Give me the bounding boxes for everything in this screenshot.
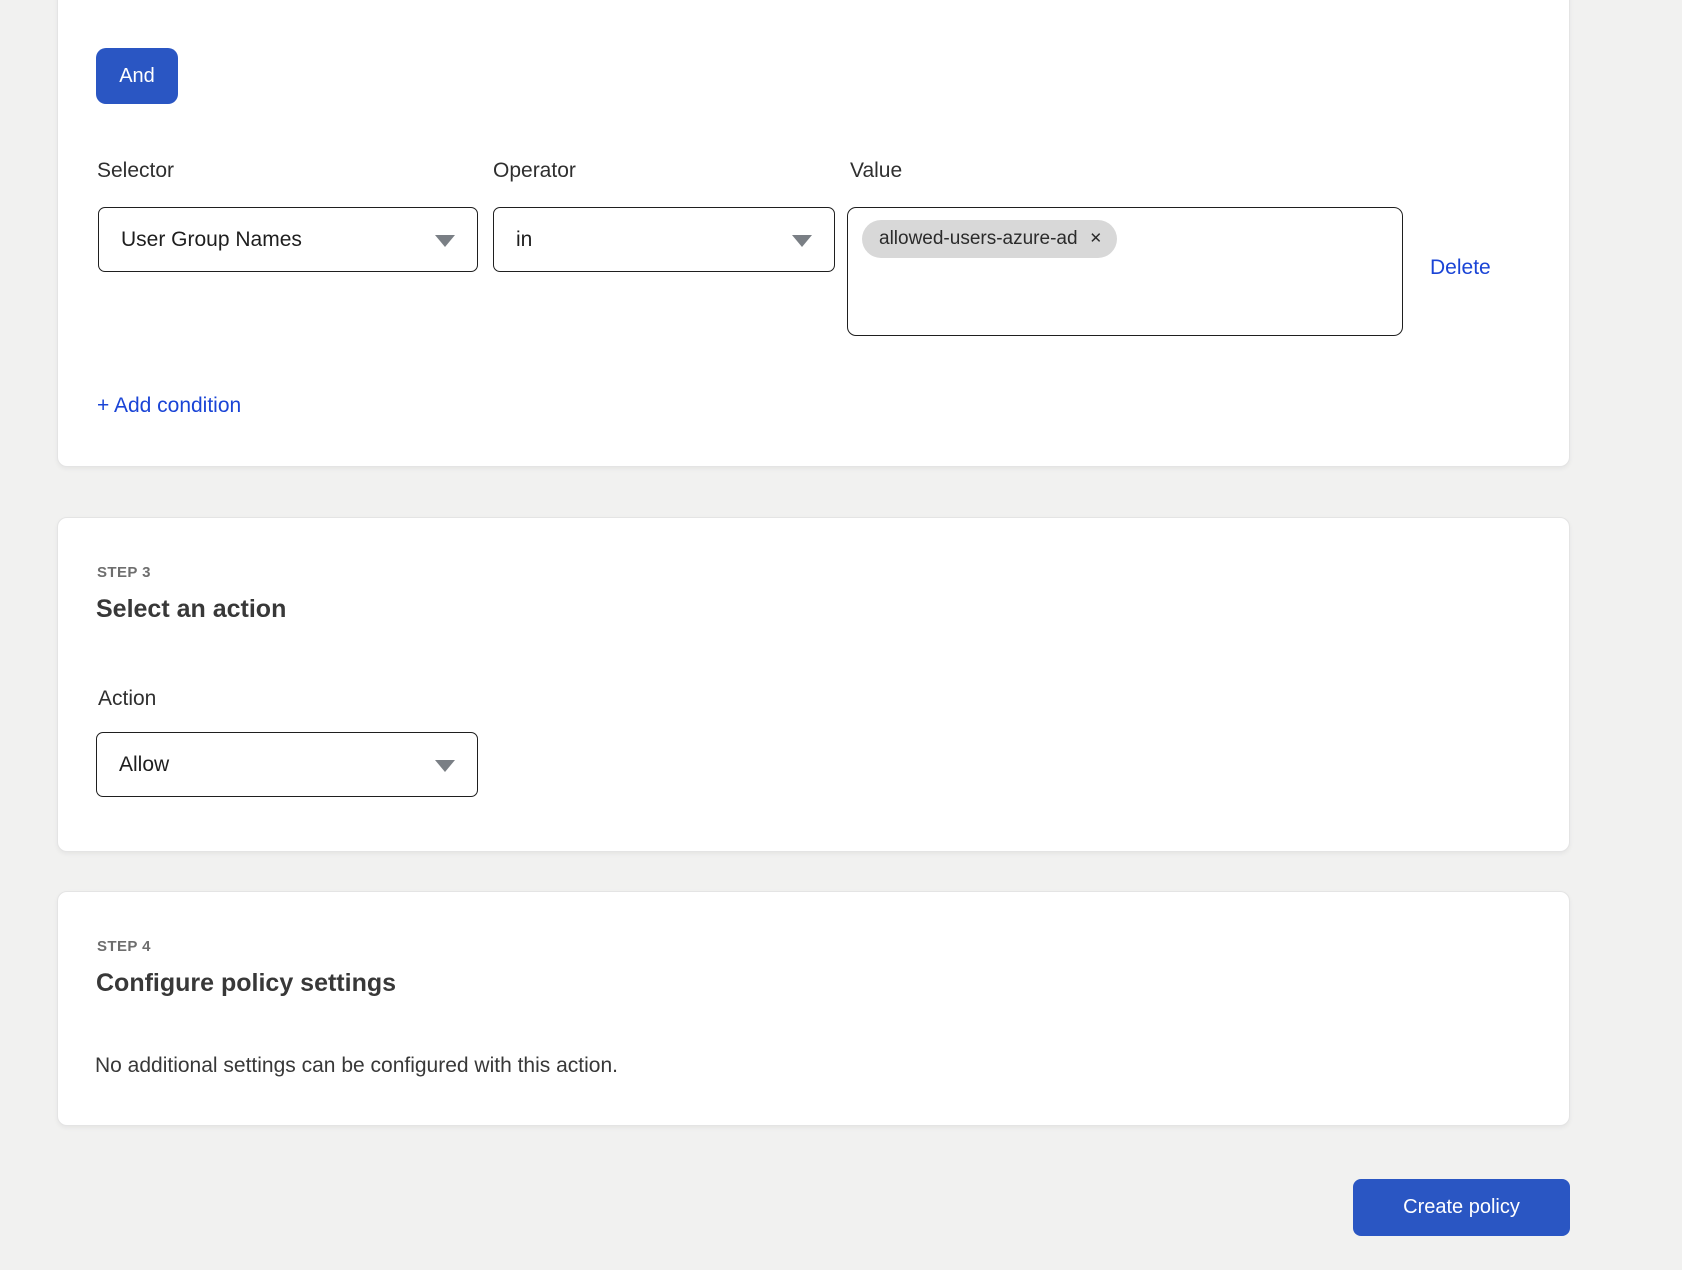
operator-dropdown[interactable]: in bbox=[493, 207, 835, 272]
selector-dropdown-value: User Group Names bbox=[121, 228, 302, 252]
create-policy-page: And Selector Operator Value User Group N… bbox=[0, 0, 1682, 1270]
value-tag: allowed-users-azure-ad ✕ bbox=[862, 220, 1117, 258]
chevron-down-icon bbox=[435, 760, 455, 772]
value-label: Value bbox=[850, 158, 902, 184]
action-label: Action bbox=[98, 686, 156, 712]
action-dropdown[interactable]: Allow bbox=[96, 732, 478, 797]
step4-title: Configure policy settings bbox=[96, 969, 396, 998]
operator-label: Operator bbox=[493, 158, 576, 184]
step4-card bbox=[57, 891, 1570, 1126]
value-multiselect-input[interactable]: allowed-users-azure-ad ✕ bbox=[847, 207, 1403, 336]
selector-dropdown[interactable]: User Group Names bbox=[98, 207, 478, 272]
value-tag-text: allowed-users-azure-ad bbox=[879, 227, 1078, 250]
selector-label: Selector bbox=[97, 158, 174, 184]
step3-card bbox=[57, 517, 1570, 852]
delete-condition-link[interactable]: Delete bbox=[1430, 256, 1491, 280]
step3-title: Select an action bbox=[96, 595, 286, 624]
step4-eyebrow: STEP 4 bbox=[97, 938, 151, 955]
step3-eyebrow: STEP 3 bbox=[97, 564, 151, 581]
add-condition-link[interactable]: + Add condition bbox=[97, 394, 241, 418]
and-connector-button[interactable]: And bbox=[96, 48, 178, 104]
chevron-down-icon bbox=[792, 235, 812, 247]
operator-dropdown-value: in bbox=[516, 228, 532, 252]
step4-message: No additional settings can be configured… bbox=[95, 1054, 618, 1078]
create-policy-button[interactable]: Create policy bbox=[1353, 1179, 1570, 1236]
action-dropdown-value: Allow bbox=[119, 753, 169, 777]
tag-remove-icon[interactable]: ✕ bbox=[1090, 231, 1103, 246]
chevron-down-icon bbox=[435, 235, 455, 247]
